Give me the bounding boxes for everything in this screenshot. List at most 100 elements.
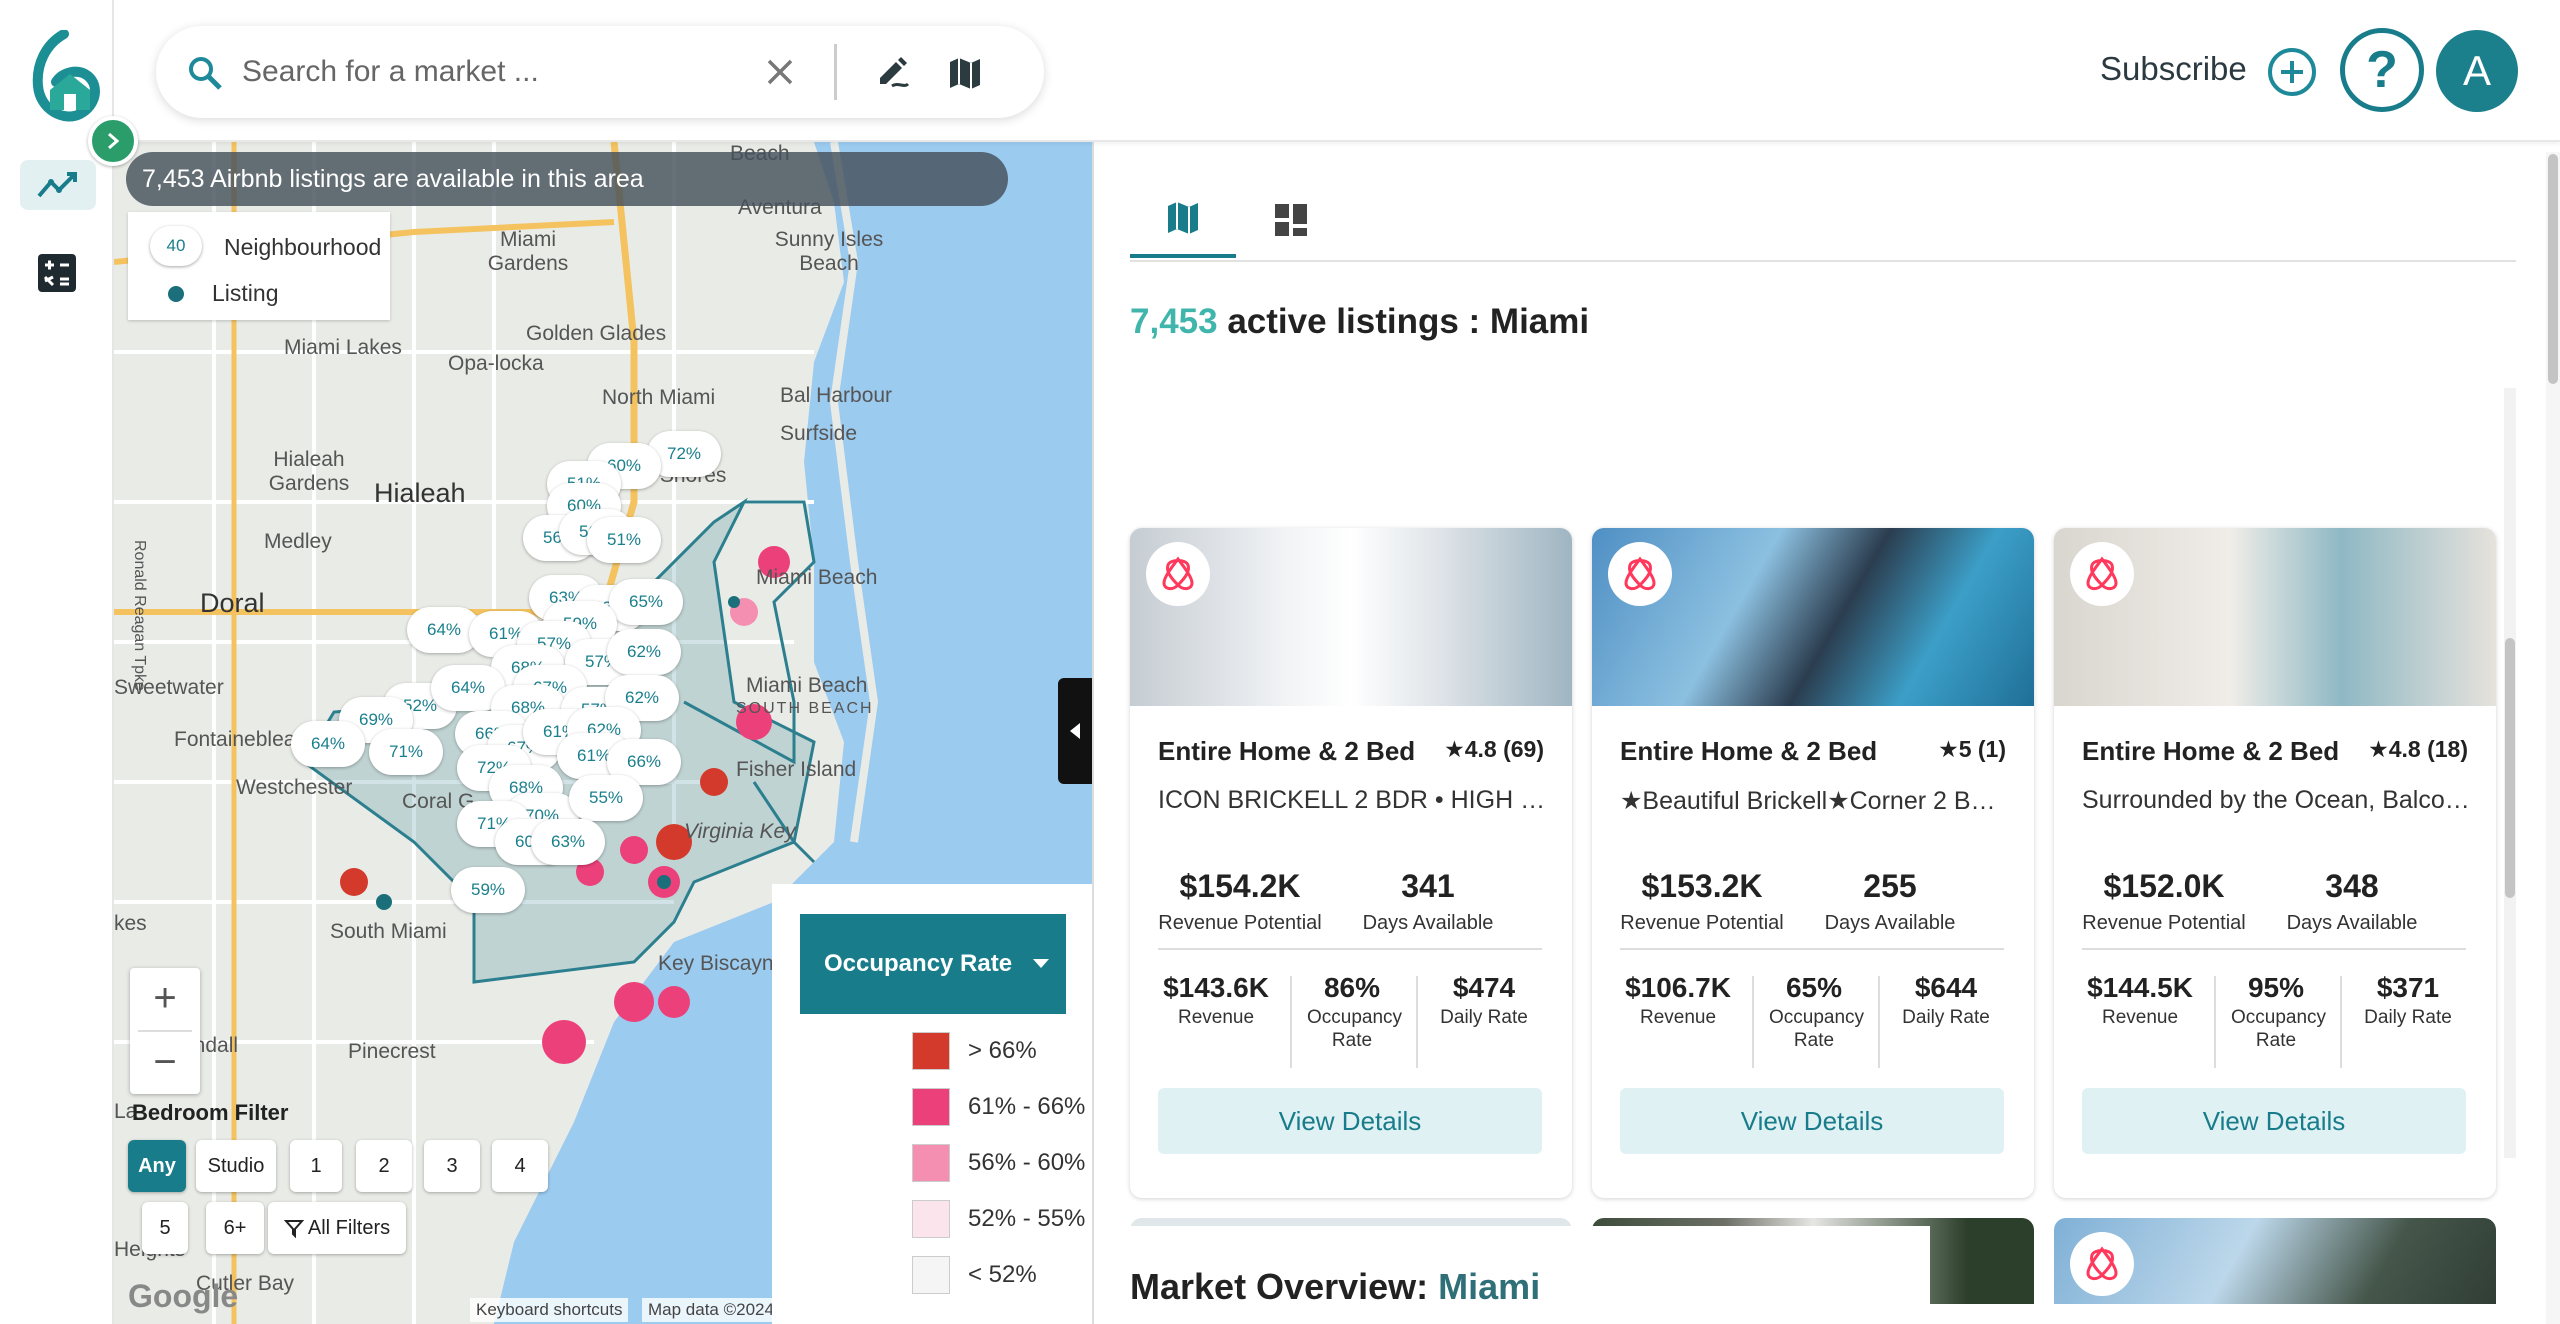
listing-card[interactable]: Entire Home & 2 Bed ★4.8 (69) ICON BRICKEL…	[1130, 528, 1572, 1198]
cluster-marker[interactable]: 65%	[609, 579, 683, 625]
listing-dot-icon	[168, 286, 184, 302]
occupancy-dropdown[interactable]: Occupancy Rate	[800, 914, 1066, 1014]
revenue-metric: $106.7K Revenue	[1614, 970, 1742, 1029]
cluster-marker[interactable]: 55%	[569, 775, 643, 821]
listings-heading-text: active listings : Miami	[1227, 302, 1590, 341]
tab-map[interactable]	[1130, 182, 1236, 258]
bedroom-option-2[interactable]: 2	[356, 1140, 412, 1192]
map-label: Virginia Key	[684, 820, 796, 843]
bedroom-filter-title: Bedroom Filter	[132, 1100, 289, 1125]
occupancy-value: 65%	[1785, 972, 1843, 1003]
revenue-potential-label: Revenue Potential	[1620, 912, 1784, 934]
keyboard-shortcuts-link[interactable]: Keyboard shortcuts	[470, 1298, 629, 1322]
google-logo: Google	[128, 1278, 239, 1314]
listing-card[interactable]: Entire Home & 2 Bed ★5 (1) ★Beautiful Bric…	[1592, 528, 2034, 1198]
draw-icon[interactable]	[874, 54, 912, 92]
help-button[interactable]: ?	[2340, 28, 2424, 112]
revenue-label: Revenue	[1177, 1007, 1255, 1028]
view-details-button[interactable]: View Details	[1620, 1088, 2004, 1154]
banner-text: 7,453 Airbnb listings are available in t…	[142, 165, 644, 193]
occupancy-dropdown-label: Occupancy Rate	[824, 950, 1013, 977]
map-label: Pinecrest	[348, 1040, 436, 1063]
map-label: South Miami	[330, 920, 447, 943]
listing-name[interactable]: ★Beautiful Brickell★Corner 2 BDR Apt	[1620, 786, 2010, 816]
cluster-marker[interactable]: 51%	[587, 517, 661, 563]
map-label: Westchester	[236, 776, 353, 799]
bedroom-option-6plus[interactable]: 6+	[206, 1202, 264, 1254]
occupancy-value: 95%	[2247, 972, 2305, 1003]
cluster-marker[interactable]: 59%	[451, 867, 525, 913]
avatar[interactable]: A	[2436, 30, 2518, 112]
caret-left-icon	[1070, 723, 1080, 739]
legend-neighbourhood-label: Neighbourhood	[224, 234, 382, 260]
bedroom-option-3[interactable]: 3	[424, 1140, 480, 1192]
occupancy-swatch	[912, 1144, 950, 1182]
view-details-button[interactable]: View Details	[2082, 1088, 2466, 1154]
metric-divider	[1416, 976, 1418, 1068]
cluster-marker[interactable]: 62%	[607, 629, 681, 675]
map-view[interactable]: Beach Aventura Miami Gardens Sunny Isles…	[114, 142, 1092, 1324]
market-overview-city: Miami	[1438, 1266, 1541, 1307]
expand-button[interactable]	[88, 116, 138, 166]
bedroom-option-any[interactable]: Any	[128, 1140, 186, 1192]
search-input[interactable]	[242, 50, 802, 94]
listing-rating: ★5 (1)	[1938, 736, 2006, 762]
cards-scrollbar[interactable]	[2504, 388, 2516, 1158]
listing-card[interactable]: Entire Home & 2 Bed ★4.8 (18) Surrounded b…	[2054, 528, 2496, 1198]
listings-heading: 7,453 active listings : Miami	[1130, 302, 1589, 342]
listing-name[interactable]: Surrounded by the Ocean, Balcony View	[2082, 786, 2472, 815]
occupancy-range-label: 56% - 60%	[968, 1149, 1086, 1176]
tab-grid[interactable]	[1238, 182, 1344, 258]
days-available-label: Days Available	[1824, 912, 1956, 934]
chevron-down-icon	[1033, 959, 1050, 968]
revenue-potential-label: Revenue Potential	[1158, 912, 1322, 934]
page-scrollbar-thumb[interactable]	[2548, 154, 2558, 384]
nav-analytics[interactable]	[20, 160, 96, 210]
nav-calculator[interactable]	[38, 254, 76, 292]
plus-icon	[2281, 61, 2303, 83]
listings-count: 7,453	[1130, 302, 1218, 341]
occupancy-label: Occupancy Rate	[2231, 1007, 2327, 1051]
occupancy-label: Occupancy Rate	[1307, 1007, 1403, 1051]
map-label: Sweetwater	[114, 676, 224, 699]
bedroom-option-1[interactable]: 1	[290, 1140, 342, 1192]
listing-name[interactable]: ICON BRICKELL 2 BDR • HIGH CEILINGS	[1158, 786, 1548, 815]
days-available-value: 255	[1863, 868, 1917, 904]
divider	[834, 44, 837, 100]
add-button[interactable]	[2268, 48, 2316, 96]
map-label: Sunny Isles Beach	[774, 228, 884, 275]
map-label: Miami Gardens	[487, 228, 569, 275]
market-overview-label: Market Overview:	[1130, 1266, 1429, 1307]
map-label: Hialeah Gardens	[268, 448, 350, 495]
bedroom-option-4[interactable]: 4	[492, 1140, 548, 1192]
revenue-potential-label: Revenue Potential	[2082, 912, 2246, 934]
occupancy-range-label: 52% - 55%	[968, 1205, 1086, 1232]
cluster-marker[interactable]: 71%	[369, 729, 443, 775]
left-rail	[0, 0, 138, 1324]
revenue-value: $144.5K	[2087, 972, 2193, 1003]
page-scrollbar[interactable]	[2546, 152, 2560, 1324]
zoom-in-button[interactable]: +	[130, 968, 200, 1030]
cards-scrollbar-thumb[interactable]	[2505, 638, 2515, 898]
daily-rate-value: $474	[1452, 972, 1516, 1003]
subscribe-link[interactable]: Subscribe	[2100, 50, 2247, 88]
cluster-marker[interactable]: 63%	[531, 819, 605, 865]
map-label: Key Biscayn	[658, 952, 774, 975]
map-icon[interactable]	[946, 54, 984, 92]
occupancy-value: 86%	[1323, 972, 1381, 1003]
cluster-marker[interactable]: 64%	[291, 721, 365, 767]
map-label: Doral	[200, 588, 265, 618]
close-icon[interactable]	[764, 56, 796, 88]
market-overview-heading: Market Overview: Miami	[1130, 1226, 1930, 1308]
zoom-out-button[interactable]: −	[130, 1032, 200, 1094]
occupancy-swatch	[912, 1032, 950, 1070]
app-logo[interactable]	[24, 29, 104, 126]
bedroom-option-studio[interactable]: Studio	[196, 1140, 276, 1192]
all-filters-button[interactable]: All Filters	[268, 1202, 406, 1254]
occupancy-swatch	[912, 1088, 950, 1126]
all-filters-label: All Filters	[307, 1216, 391, 1239]
bedroom-option-5[interactable]: 5	[142, 1202, 188, 1254]
map-label: Opa-locka	[448, 352, 544, 375]
collapse-map-handle[interactable]	[1058, 678, 1092, 784]
view-details-button[interactable]: View Details	[1158, 1088, 1542, 1154]
